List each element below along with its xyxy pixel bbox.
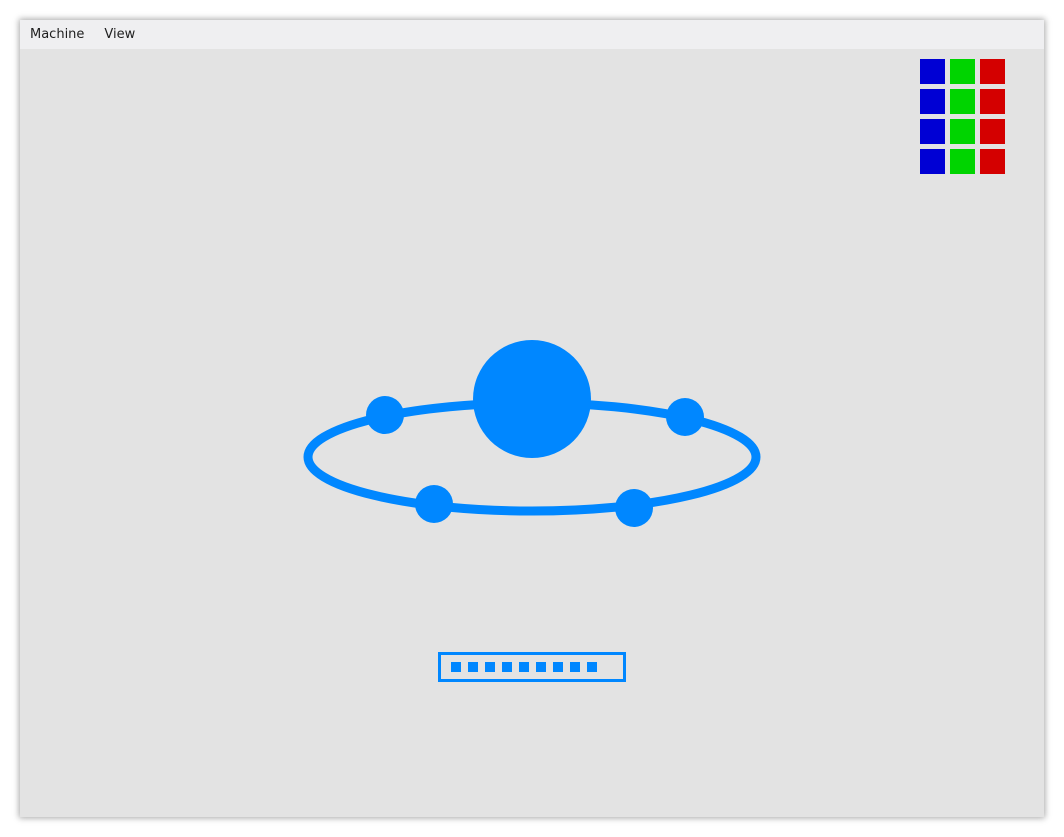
vm-window: Machine View <box>20 20 1044 817</box>
menu-view[interactable]: View <box>94 20 145 49</box>
progress-block <box>485 662 495 672</box>
menu-bar: Machine View <box>20 20 1044 49</box>
menu-machine[interactable]: Machine <box>20 20 94 49</box>
progress-block <box>553 662 563 672</box>
orbit-satellite <box>415 485 453 523</box>
orbit-satellite <box>666 398 704 436</box>
vm-display[interactable] <box>20 49 1044 817</box>
progress-block <box>570 662 580 672</box>
boot-progress-bar <box>438 652 626 682</box>
orbit-planet <box>473 340 591 458</box>
progress-block <box>536 662 546 672</box>
orbit-satellite <box>366 396 404 434</box>
progress-block <box>519 662 529 672</box>
progress-block <box>587 662 597 672</box>
progress-block <box>451 662 461 672</box>
orbit-logo-icon <box>303 340 761 527</box>
progress-block <box>502 662 512 672</box>
progress-block <box>468 662 478 672</box>
orbit-satellite <box>615 489 653 527</box>
